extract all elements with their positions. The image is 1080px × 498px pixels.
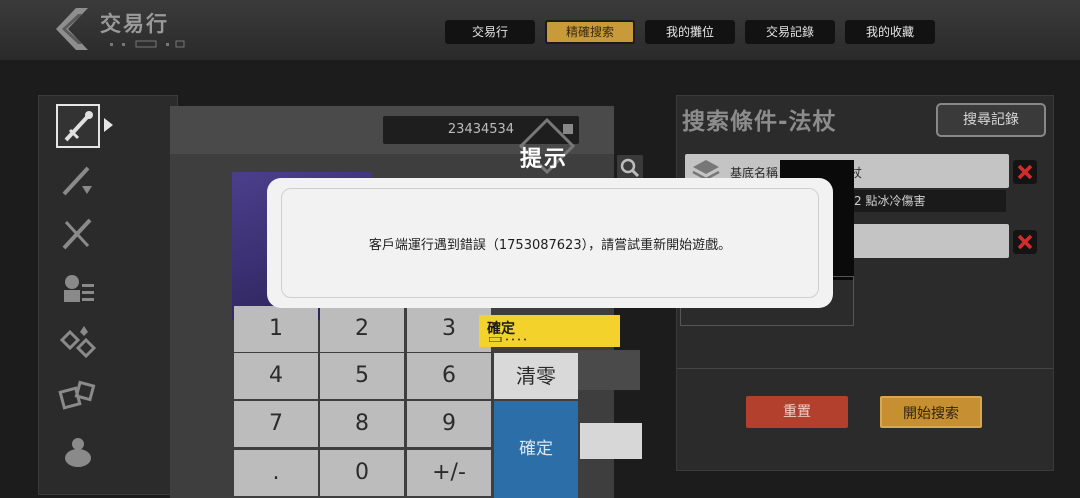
tab-exact-search[interactable]: 精確搜索 — [545, 20, 635, 44]
category-staff[interactable] — [56, 104, 100, 148]
wand-sword-icon — [62, 166, 92, 196]
start-search-button[interactable]: 開始搜索 — [880, 396, 982, 428]
tab-my-favorites[interactable]: 我的收藏 — [845, 20, 935, 44]
gems-icon — [59, 326, 97, 359]
numpad-key-9[interactable]: 9 — [407, 401, 491, 447]
category-wand[interactable] — [58, 160, 102, 204]
remove-condition-2-button[interactable] — [1013, 230, 1037, 254]
dice-icon — [58, 380, 96, 410]
tab-my-stall[interactable]: 我的攤位 — [645, 20, 735, 44]
category-pet[interactable] — [58, 432, 102, 476]
title-decoration — [110, 40, 185, 48]
reset-button[interactable]: 重置 — [746, 396, 848, 428]
category-weapons[interactable] — [58, 214, 102, 258]
crossed-weapons-icon — [62, 218, 92, 250]
back-arrow-icon[interactable] — [52, 6, 92, 52]
numpad-key-8[interactable]: 8 — [320, 401, 404, 447]
numpad-key-sign[interactable]: +/- — [407, 450, 491, 496]
close-icon — [1017, 164, 1033, 180]
category-armor[interactable] — [58, 268, 102, 312]
panel-divider — [677, 368, 1053, 369]
background-panel-button — [580, 423, 642, 459]
category-dice[interactable] — [58, 378, 102, 422]
numpad-key-dot[interactable]: . — [234, 450, 318, 496]
armor-list-icon — [64, 275, 94, 302]
close-icon — [1017, 234, 1033, 250]
pet-icon — [65, 438, 91, 467]
search-history-button[interactable]: 搜尋記錄 — [936, 103, 1046, 137]
numpad-confirm-button[interactable]: 確定 — [494, 401, 578, 498]
numpad-clear-button[interactable]: 清零 — [494, 353, 578, 399]
numpad-key-7[interactable]: 7 — [234, 401, 318, 447]
numpad-key-1[interactable]: 1 — [234, 306, 318, 352]
numpad-key-5[interactable]: 5 — [320, 353, 404, 399]
numpad-key-4[interactable]: 4 — [234, 353, 318, 399]
category-gems[interactable] — [58, 322, 102, 366]
staff-icon — [64, 111, 93, 142]
remove-condition-1-button[interactable] — [1013, 160, 1037, 184]
page-title: 交易行 — [100, 12, 169, 36]
tab-auction-house[interactable]: 交易行 — [445, 20, 535, 44]
dialog-title: 提示 — [520, 147, 569, 172]
selected-arrow-icon — [104, 118, 113, 132]
dialog-confirm-label: 確定 — [487, 321, 515, 337]
button-decoration — [489, 337, 526, 342]
condition-affix-text: 2 點冰冷傷害 — [850, 190, 1006, 212]
numpad-key-6[interactable]: 6 — [407, 353, 491, 399]
error-message: 客戶端運行遇到錯誤（1753087623），請嘗試重新開始遊戲。 — [368, 238, 732, 253]
top-tabs: 交易行 精確搜索 我的攤位 交易記錄 我的收藏 — [445, 20, 935, 44]
search-conditions-title: 搜索條件-法杖 — [682, 109, 837, 135]
numpad-key-2[interactable]: 2 — [320, 306, 404, 352]
tab-trade-records[interactable]: 交易記錄 — [745, 20, 835, 44]
numpad-key-0[interactable]: 0 — [320, 450, 404, 496]
